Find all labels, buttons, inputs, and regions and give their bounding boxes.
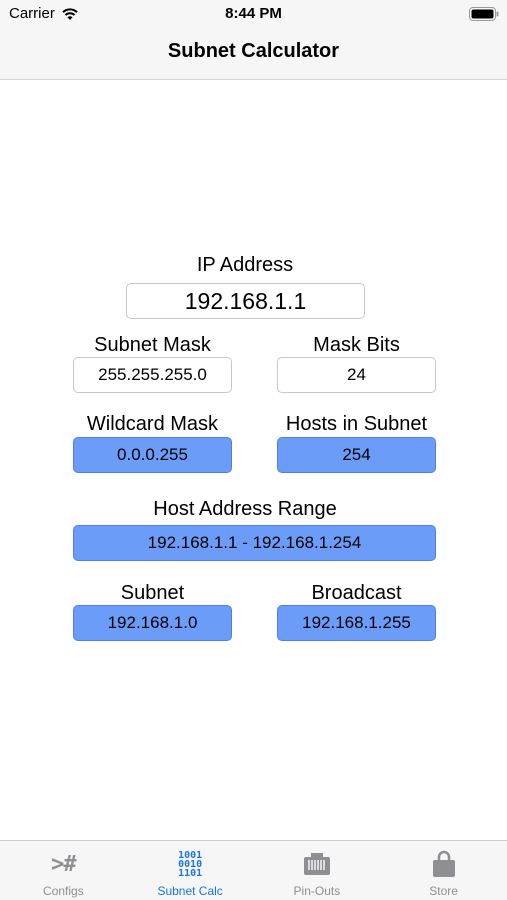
connector-icon (302, 849, 332, 879)
tab-subnet-calc-label: Subnet Calc (157, 884, 223, 898)
top-bar: Carrier 8:44 PM Subnet Calculator (0, 0, 507, 80)
ip-address-input[interactable]: 192.168.1.1 (126, 283, 365, 319)
ip-address-label: IP Address (196, 254, 294, 276)
wildcard-mask-value: 0.0.0.255 (117, 445, 188, 464)
shopping-bag-icon (430, 849, 458, 879)
mask-bits-value: 24 (347, 365, 366, 384)
mask-bits-input[interactable]: 24 (277, 357, 436, 393)
status-time: 8:44 PM (225, 5, 282, 22)
hosts-in-subnet-label: Hosts in Subnet (285, 413, 428, 435)
ip-address-value: 192.168.1.1 (184, 287, 307, 314)
wildcard-mask-field: 0.0.0.255 (73, 437, 232, 473)
subnet-mask-input[interactable]: 255.255.255.0 (73, 357, 232, 393)
battery-icon (469, 7, 499, 21)
tab-configs-label: Configs (43, 884, 84, 898)
tab-bar: ># Configs 1001 0010 1101 Subnet Calc Pi… (0, 840, 507, 900)
hosts-in-subnet-field: 254 (277, 437, 436, 473)
tab-configs[interactable]: ># Configs (0, 841, 127, 900)
tab-store-label: Store (429, 884, 458, 898)
subnet-mask-label: Subnet Mask (94, 334, 211, 356)
hosts-in-subnet-value: 254 (342, 445, 371, 464)
terminal-icon: ># (51, 851, 76, 877)
host-address-range-value: 192.168.1.1 - 192.168.1.254 (147, 533, 362, 552)
broadcast-field: 192.168.1.255 (277, 605, 436, 641)
binary-icon: 1001 0010 1101 (178, 849, 203, 879)
subnet-mask-value: 255.255.255.0 (98, 365, 207, 384)
tab-pin-outs[interactable]: Pin-Outs (254, 841, 381, 900)
tab-subnet-calc[interactable]: 1001 0010 1101 Subnet Calc (127, 841, 254, 900)
broadcast-value: 192.168.1.255 (302, 613, 411, 632)
wildcard-mask-label: Wildcard Mask (86, 413, 219, 435)
subnet-value: 192.168.1.0 (107, 613, 198, 632)
subnet-label: Subnet (120, 582, 185, 604)
tab-store[interactable]: Store (380, 841, 507, 900)
mask-bits-label: Mask Bits (313, 334, 400, 356)
host-address-range-label: Host Address Range (153, 498, 337, 520)
tab-pin-outs-label: Pin-Outs (293, 884, 341, 898)
host-address-range-field: 192.168.1.1 - 192.168.1.254 (73, 525, 436, 561)
broadcast-label: Broadcast (311, 582, 402, 604)
page-title: Subnet Calculator (167, 40, 340, 62)
subnet-field: 192.168.1.0 (73, 605, 232, 641)
